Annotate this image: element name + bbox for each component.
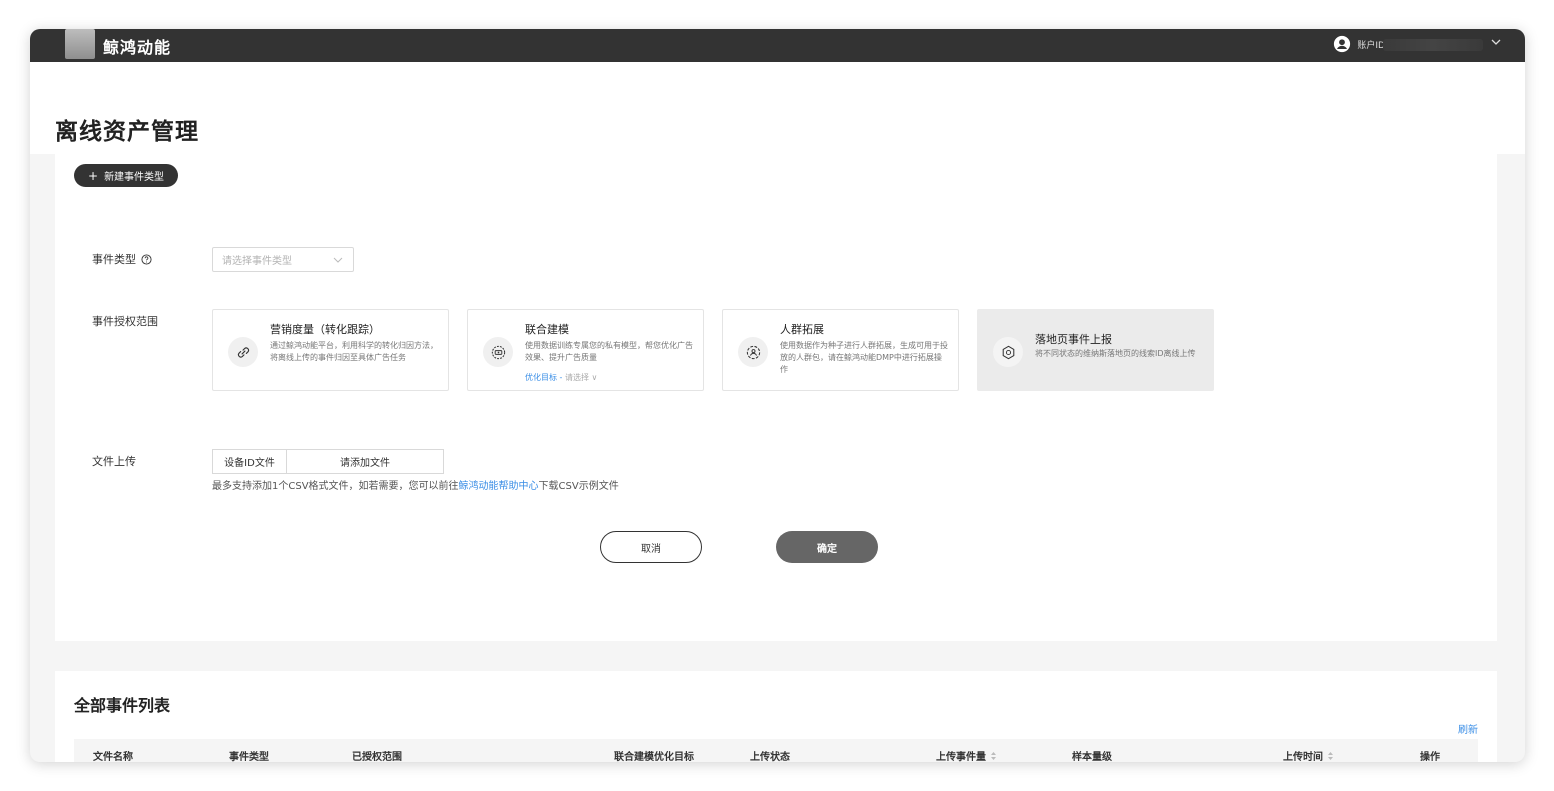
column-header: 上传状态 (750, 748, 790, 762)
column-header-label: 上传状态 (750, 752, 790, 762)
chevron-down-icon: ∨ (591, 373, 598, 382)
sort-icon (991, 751, 996, 760)
help-icon[interactable] (141, 253, 152, 265)
scope-card-marketing[interactable]: 营销度量（转化跟踪） 通过鲸鸿动能平台，利用科学的转化归因方法，将离线上传的事件… (212, 309, 449, 391)
file-upload-control: 设备ID文件 请添加文件 (212, 449, 444, 474)
upload-file-type[interactable]: 设备ID文件 (213, 450, 287, 473)
optimization-target-select[interactable]: 优化目标 - 请选择 ∨ (525, 372, 597, 383)
new-event-type-button[interactable]: + 新建事件类型 (74, 164, 179, 187)
column-header-label: 事件类型 (229, 752, 269, 762)
column-header-sortable[interactable]: 上传时间 (1283, 748, 1334, 762)
event-list-panel: 全部事件列表 刷新 文件名称 事件类型 已授权范围 联合建模优化目标 上传状态 … (55, 671, 1497, 762)
column-header-label: 上传时间 (1283, 752, 1323, 762)
event-list-title: 全部事件列表 (74, 696, 171, 715)
optimization-target-label: 优化目标 - (525, 373, 563, 382)
page-title: 离线资产管理 (55, 119, 199, 145)
upload-note: 最多支持添加1个CSV格式文件，如若需要，您可以前往鲸鸿动能帮助中心下载CSV示… (212, 477, 619, 492)
event-form-panel: + 新建事件类型 事件类型 请选择事件类型 事件授权范围 营销度量（转化跟踪） … (55, 144, 1497, 641)
upload-label: 文件上传 (92, 455, 136, 468)
app-window: 鲸鸿动能 账户ID 离线资产管理 + 新建事件类型 事件类型 请选择事件类型 事… (30, 29, 1525, 762)
account-id-label: 账户ID (1357, 40, 1385, 51)
event-type-label-text: 事件类型 (92, 253, 136, 266)
column-header-label: 联合建模优化目标 (614, 752, 694, 762)
column-header-sortable[interactable]: 上传事件量 (936, 748, 997, 762)
card-title: 营销度量（转化跟踪） (270, 323, 380, 336)
table-header: 文件名称 事件类型 已授权范围 联合建模优化目标 上传状态 上传事件量 样本量级… (74, 739, 1478, 762)
audience-icon (738, 337, 768, 367)
card-title: 人群拓展 (780, 323, 824, 336)
sort-icon (1328, 751, 1333, 760)
cancel-button[interactable]: 取消 (600, 531, 702, 563)
help-center-link[interactable]: 鲸鸿动能帮助中心 (459, 481, 539, 492)
upload-note-suffix: 下载CSV示例文件 (538, 481, 619, 492)
column-header: 操作 (1420, 748, 1440, 762)
column-header: 文件名称 (93, 748, 133, 762)
brand-logo (65, 29, 95, 59)
refresh-link[interactable]: 刷新 (1458, 721, 1478, 736)
column-header-label: 样本量级 (1072, 752, 1112, 762)
user-icon (1334, 35, 1351, 53)
account-id-value (1383, 39, 1483, 51)
scope-card-audience[interactable]: 人群拓展 使用数据作为种子进行人群拓展，生成可用于投放的人群包，请在鲸鸿动能DM… (722, 309, 959, 391)
chevron-down-icon[interactable] (1489, 35, 1503, 49)
card-description: 使用数据作为种子进行人群拓展，生成可用于投放的人群包，请在鲸鸿动能DMP中进行拓… (780, 341, 948, 374)
event-type-select[interactable]: 请选择事件类型 (212, 247, 354, 272)
brand-name: 鲸鸿动能 (103, 38, 172, 57)
event-type-label: 事件类型 (92, 251, 152, 267)
event-type-placeholder: 请选择事件类型 (222, 256, 292, 267)
column-header: 已授权范围 (352, 748, 402, 762)
column-header-label: 文件名称 (93, 752, 133, 762)
card-description: 使用数据训练专属您的私有模型，帮您优化广告效果、提升广告质量 (525, 341, 693, 362)
top-navigation-bar: 鲸鸿动能 账户ID (30, 29, 1525, 62)
card-description: 将不同状态的维纳斯落地页的线索ID离线上传 (1035, 349, 1196, 358)
card-description: 通过鲸鸿动能平台，利用科学的转化归因方法，将离线上传的事件归因至具体广告任务 (270, 341, 438, 362)
column-header-label: 操作 (1420, 752, 1440, 762)
landing-icon (993, 337, 1023, 367)
page-header: 离线资产管理 (30, 62, 1525, 154)
link-icon (228, 337, 258, 367)
column-header-label: 已授权范围 (352, 752, 402, 762)
column-header: 联合建模优化目标 (614, 748, 694, 762)
model-icon (483, 337, 513, 367)
account-menu[interactable]: 账户ID (1333, 35, 1385, 53)
upload-note-prefix: 最多支持添加1个CSV格式文件，如若需要，您可以前往 (212, 481, 459, 492)
column-header-label: 上传事件量 (936, 752, 986, 762)
optimization-target-placeholder: 请选择 (564, 373, 589, 382)
add-file-button[interactable]: 请添加文件 (287, 450, 443, 473)
column-header: 事件类型 (229, 748, 269, 762)
column-header: 样本量级 (1072, 748, 1112, 762)
card-title: 落地页事件上报 (1035, 333, 1112, 346)
scope-card-joint-modeling[interactable]: 联合建模 使用数据训练专属您的私有模型，帮您优化广告效果、提升广告质量 优化目标… (467, 309, 704, 391)
card-title: 联合建模 (525, 323, 569, 336)
chevron-down-icon (333, 257, 343, 263)
confirm-button[interactable]: 确定 (776, 531, 878, 563)
new-event-type-label: 新建事件类型 (104, 172, 165, 183)
plus-icon: + (88, 168, 99, 183)
scope-label: 事件授权范围 (92, 315, 158, 328)
scope-card-landing-page[interactable]: 落地页事件上报 将不同状态的维纳斯落地页的线索ID离线上传 (977, 309, 1214, 391)
